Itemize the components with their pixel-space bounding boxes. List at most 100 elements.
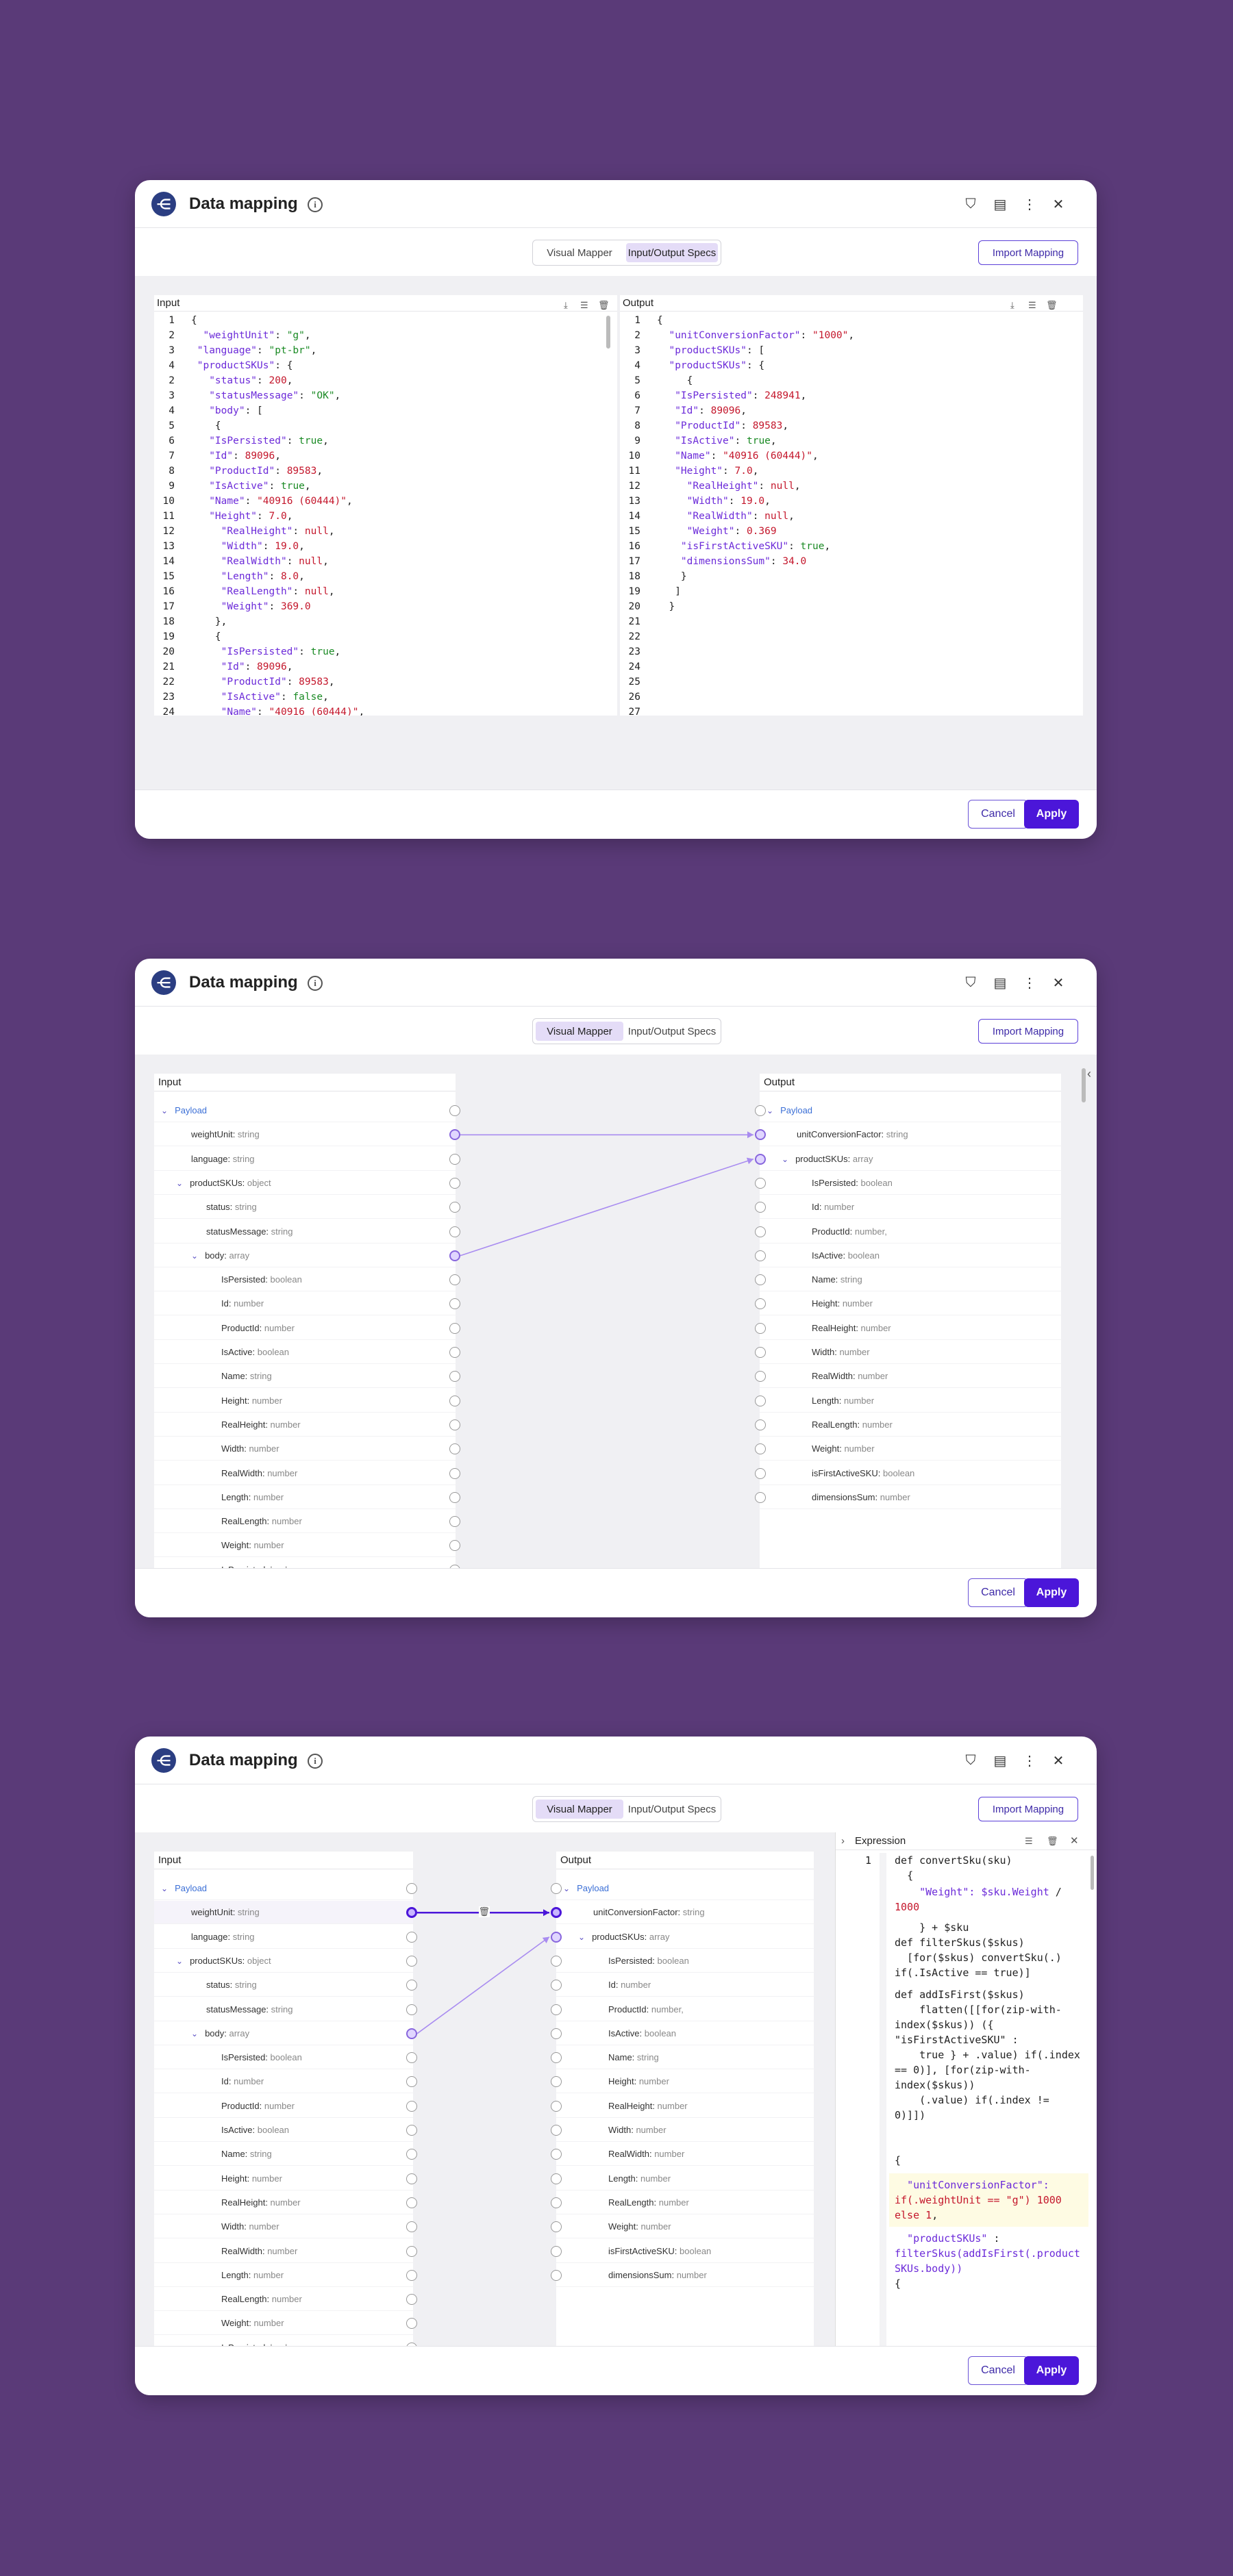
out-connector-handle[interactable]	[755, 1322, 766, 1334]
in-connector-handle[interactable]	[449, 1105, 460, 1116]
out-connector-handle[interactable]	[755, 1491, 766, 1503]
in-field-row[interactable]: Length: number	[154, 1486, 456, 1509]
format-icon[interactable]: ☰	[1028, 297, 1036, 314]
in-connector-handle[interactable]	[449, 1153, 460, 1165]
in-connector-handle[interactable]	[449, 1516, 460, 1528]
out-field-row[interactable]: Name: string	[760, 1268, 1061, 1292]
download-icon[interactable]: ⤓	[564, 297, 568, 314]
in-field-row[interactable]: ⌄ Payload	[154, 1099, 456, 1122]
in-connector-handle[interactable]	[406, 2197, 417, 2208]
out-field-row[interactable]: RealLength: number	[556, 2191, 814, 2214]
in-connector-handle[interactable]	[406, 2173, 417, 2184]
in-connector-handle[interactable]	[406, 2149, 417, 2160]
import-mapping-button[interactable]: Import Mapping	[978, 1019, 1078, 1044]
in-field-row[interactable]: Weight: number	[154, 1534, 456, 1558]
more-vertical-icon[interactable]: ⋮	[1020, 1751, 1039, 1770]
out-field-row[interactable]: RealLength: number	[760, 1413, 1061, 1437]
out-field-row[interactable]: ⌄ productSKUs: array	[556, 1925, 814, 1949]
out-field-row[interactable]: IsPersisted: boolean	[556, 1949, 814, 1973]
in-field-row[interactable]: weightUnit: string	[154, 1123, 456, 1147]
in-field-row[interactable]: ⌄ body: array	[154, 2022, 413, 2045]
trash-icon[interactable]: 🗑	[1047, 1832, 1058, 1850]
close-icon[interactable]: ✕	[1049, 1751, 1068, 1770]
in-field-row[interactable]: Name: string	[154, 2143, 413, 2167]
info-icon[interactable]: i	[308, 976, 323, 991]
tab-io-specs[interactable]: Input/Output Specs	[626, 1022, 718, 1041]
cancel-button[interactable]: Cancel	[968, 800, 1028, 829]
format-icon[interactable]: ☰	[1025, 1832, 1033, 1850]
in-connector-handle[interactable]	[449, 1491, 460, 1503]
output-editor[interactable]: Output ⤓ ☰ 🗑 1{2 "unitConversionFactor":…	[620, 295, 1083, 716]
out-field-row[interactable]: Name: string	[556, 2046, 814, 2070]
close-icon[interactable]: ✕	[1049, 973, 1068, 992]
out-field-row[interactable]: IsPersisted: boolean	[760, 1172, 1061, 1195]
out-field-row[interactable]: Height: number	[760, 1292, 1061, 1316]
out-connector-handle[interactable]	[551, 2100, 562, 2112]
out-field-row[interactable]: RealWidth: number	[760, 1365, 1061, 1389]
save-icon[interactable]: ▤	[991, 194, 1010, 214]
in-connector-handle[interactable]	[449, 1177, 460, 1189]
chevron-down-icon[interactable]: ⌄	[191, 1244, 198, 1267]
in-field-row[interactable]: language: string	[154, 1148, 456, 1171]
out-connector-handle[interactable]	[755, 1395, 766, 1406]
out-field-row[interactable]: ⌄ Payload	[556, 1877, 814, 1900]
out-field-row[interactable]: Length: number	[760, 1389, 1061, 1413]
out-connector-handle[interactable]	[551, 2125, 562, 2136]
out-field-row[interactable]: Width: number	[760, 1341, 1061, 1364]
out-field-row[interactable]: unitConversionFactor: string	[760, 1123, 1061, 1147]
info-icon[interactable]: i	[308, 1754, 323, 1769]
in-connector-handle[interactable]	[449, 1298, 460, 1310]
in-field-row[interactable]: IsActive: boolean	[154, 2119, 413, 2142]
out-field-row[interactable]: Id: number	[556, 1973, 814, 1997]
out-field-row[interactable]: unitConversionFactor: string	[556, 1901, 814, 1925]
in-connector-handle[interactable]	[406, 2221, 417, 2233]
out-field-row[interactable]: dimensionsSum: number	[760, 1486, 1061, 1509]
apply-button[interactable]: Apply	[1024, 1578, 1079, 1607]
out-field-row[interactable]: RealHeight: number	[556, 2095, 814, 2118]
out-field-row[interactable]: Width: number	[556, 2119, 814, 2142]
in-connector-handle[interactable]	[406, 1907, 417, 1919]
out-connector-handle[interactable]	[551, 2269, 562, 2281]
in-field-row[interactable]: status: string	[154, 1973, 413, 1997]
in-field-row[interactable]: Height: number	[154, 1389, 456, 1413]
out-connector-handle[interactable]	[551, 1931, 562, 1943]
in-field-row[interactable]: Height: number	[154, 2167, 413, 2190]
in-connector-handle[interactable]	[406, 1883, 417, 1894]
import-mapping-button[interactable]: Import Mapping	[978, 240, 1078, 265]
out-connector-handle[interactable]	[551, 2004, 562, 2015]
apply-button[interactable]: Apply	[1024, 800, 1079, 829]
chevron-down-icon[interactable]: ⌄	[161, 1099, 168, 1122]
in-field-row[interactable]: ⌄ Payload	[154, 1877, 413, 1900]
in-connector-handle[interactable]	[449, 1419, 460, 1430]
in-field-row[interactable]: ⌄ productSKUs: object	[154, 1172, 456, 1195]
in-connector-handle[interactable]	[406, 2004, 417, 2015]
out-field-row[interactable]: Weight: number	[556, 2215, 814, 2239]
scrollbar[interactable]	[1091, 1856, 1094, 1890]
in-connector-handle[interactable]	[406, 1955, 417, 1967]
out-connector-handle[interactable]	[755, 1153, 766, 1165]
in-field-row[interactable]: Width: number	[154, 2215, 413, 2239]
in-connector-handle[interactable]	[449, 1347, 460, 1358]
out-connector-handle[interactable]	[755, 1347, 766, 1358]
cancel-button[interactable]: Cancel	[968, 1578, 1028, 1607]
info-icon[interactable]: i	[308, 197, 323, 212]
more-vertical-icon[interactable]: ⋮	[1020, 194, 1039, 214]
scrollbar[interactable]	[606, 316, 610, 349]
format-icon[interactable]: ☰	[580, 297, 588, 314]
in-connector-handle[interactable]	[406, 2318, 417, 2329]
in-field-row[interactable]: statusMessage: string	[154, 1998, 413, 2021]
out-field-row[interactable]: RealWidth: number	[556, 2143, 814, 2167]
in-connector-handle[interactable]	[449, 1395, 460, 1406]
in-connector-handle[interactable]	[406, 2294, 417, 2306]
close-icon[interactable]: ✕	[1049, 194, 1068, 214]
in-field-row[interactable]: IsActive: boolean	[154, 1341, 456, 1364]
out-connector-handle[interactable]	[551, 2028, 562, 2039]
out-field-row[interactable]: Weight: number	[760, 1437, 1061, 1461]
out-field-row[interactable]: Height: number	[556, 2070, 814, 2094]
in-connector-handle[interactable]	[406, 2245, 417, 2257]
input-code[interactable]: 1{2 "weightUnit": "g", 3 "language": "pt-…	[154, 313, 617, 716]
out-field-row[interactable]: dimensionsSum: number	[556, 2264, 814, 2287]
chevron-down-icon[interactable]: ⌄	[176, 1172, 183, 1195]
in-field-row[interactable]: Length: number	[154, 2264, 413, 2287]
expand-panel-icon[interactable]: ‹	[1087, 1067, 1091, 1081]
